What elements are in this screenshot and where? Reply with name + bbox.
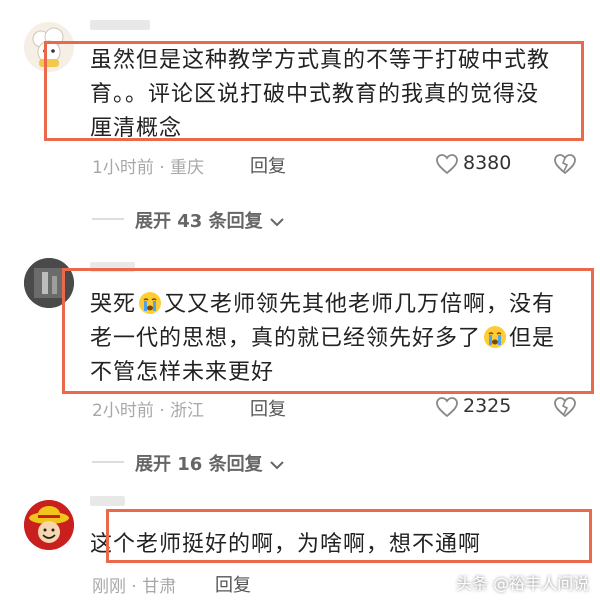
watermark: 头条 @裕丰人间说 [456,574,590,593]
reply-button[interactable]: 回复 [215,571,251,597]
reply-button[interactable]: 回复 [250,152,286,178]
reply-button[interactable]: 回复 [250,395,286,421]
meta-separator: · [159,401,171,421]
heart-outline-icon[interactable] [435,153,459,175]
comment-time: 刚刚 [92,577,126,597]
highlight-box [44,41,584,141]
expand-divider [92,461,124,463]
expand-replies-button[interactable]: 展开 16 条回复 [135,450,285,476]
comment-location: 甘肃 [142,577,177,597]
like-count: 2325 [463,395,512,417]
comment-meta: 刚刚 · 甘肃 [92,572,176,597]
chevron-down-icon [270,461,284,470]
comment-location: 浙江 [170,401,205,421]
chevron-down-icon [270,218,284,227]
straw-hat-avatar-icon[interactable] [24,500,74,550]
meta-separator: · [159,158,171,178]
comment-time: 2小时前 [92,401,154,421]
broken-heart-icon[interactable] [553,153,577,175]
username-placeholder[interactable] [90,496,125,506]
highlight-box [106,509,592,563]
comment-time: 1小时前 [92,158,154,178]
broken-heart-icon[interactable] [553,396,577,418]
username-placeholder[interactable] [90,20,150,30]
heart-outline-icon[interactable] [435,396,459,418]
comment-meta: 1小时前 · 重庆 [92,153,204,178]
comment-meta: 2小时前 · 浙江 [92,396,204,421]
like-count: 8380 [463,152,512,174]
comment-location: 重庆 [170,158,205,178]
expand-divider [92,218,124,220]
highlight-box [62,268,594,394]
expand-replies-button[interactable]: 展开 43 条回复 [135,207,285,233]
meta-separator: · [131,577,143,597]
